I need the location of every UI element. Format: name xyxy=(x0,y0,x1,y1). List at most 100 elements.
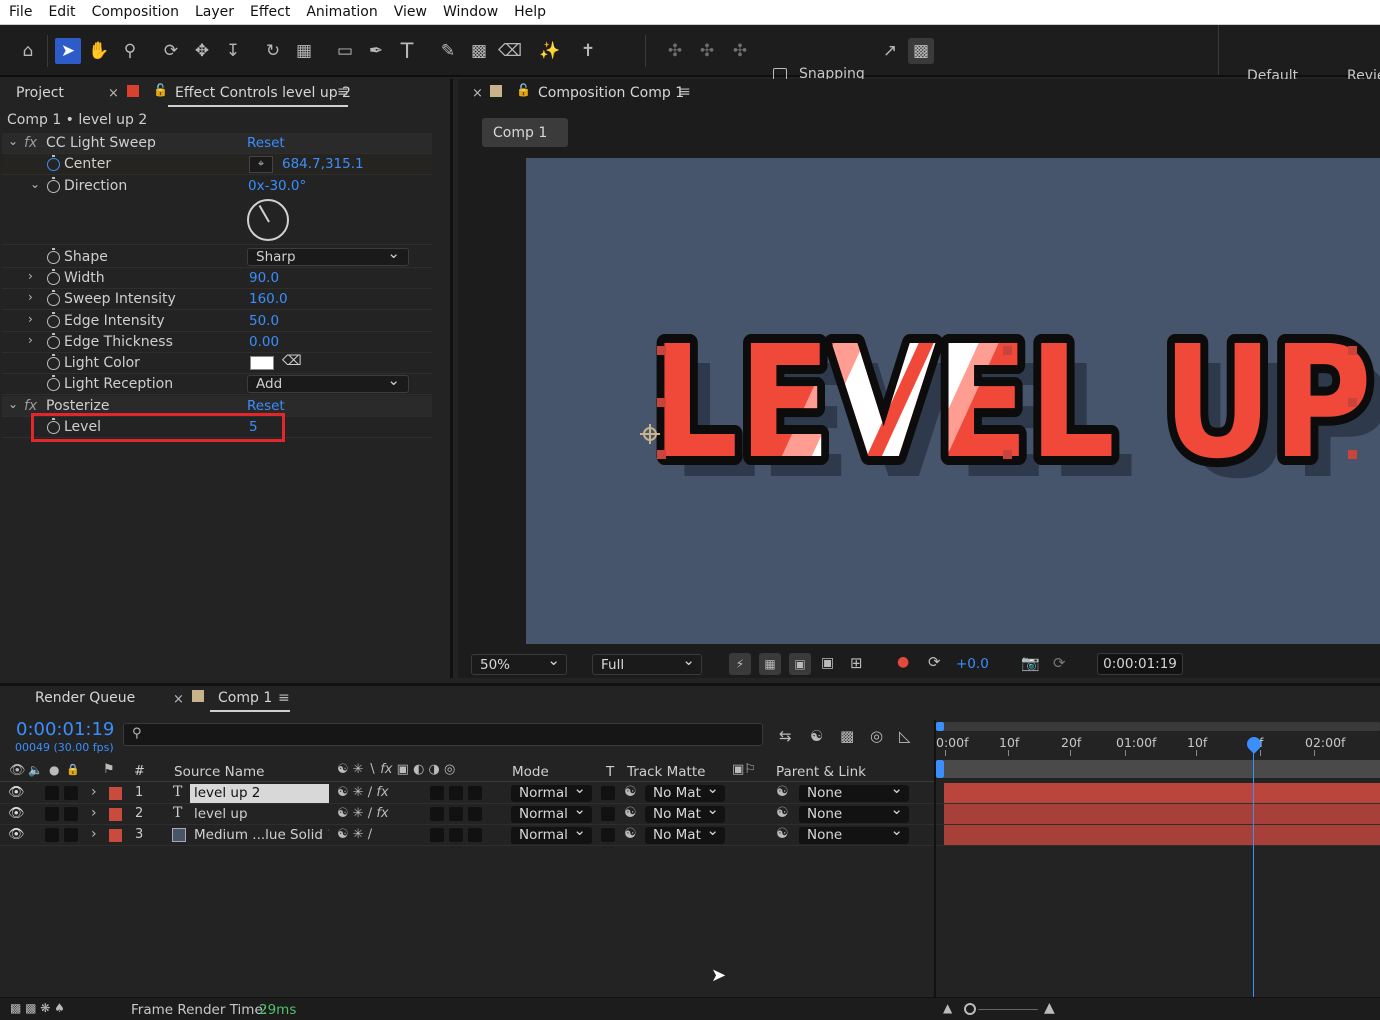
parent-pick-whip-icon[interactable]: ☯ xyxy=(776,784,789,800)
rectangle-tool-icon[interactable]: ▭ xyxy=(332,38,358,64)
camera-snapshot-icon[interactable]: 📷 xyxy=(1021,654,1040,672)
zoom-in-icon[interactable]: ▲ xyxy=(1044,1000,1055,1016)
menu-window[interactable]: Window xyxy=(434,4,505,20)
menu-file[interactable]: File xyxy=(0,4,39,20)
stopwatch-icon[interactable] xyxy=(47,312,60,328)
close-icon[interactable]: × xyxy=(173,692,184,707)
channels-icon[interactable]: ● xyxy=(897,654,909,670)
eye-icon[interactable]: 👁 xyxy=(8,806,25,821)
close-icon[interactable]: × xyxy=(472,86,483,101)
grid-guides-icon[interactable]: ⊞ xyxy=(850,654,863,672)
zoom-out-icon[interactable]: ▲ xyxy=(943,1001,952,1015)
chevron-right-icon[interactable]: › xyxy=(91,805,97,821)
chevron-right-icon[interactable]: › xyxy=(91,826,97,842)
panel-menu-icon[interactable]: ≡ xyxy=(337,84,349,100)
lock-icon[interactable]: 🔓 xyxy=(153,83,168,97)
snap-edges-icon[interactable]: ↗ xyxy=(877,38,903,64)
zoom-slider-track[interactable] xyxy=(978,1009,1038,1010)
pan-camera-icon[interactable]: ✥ xyxy=(189,38,215,64)
layer-duration-bar[interactable] xyxy=(944,804,1380,824)
panel-menu-icon[interactable]: ≡ xyxy=(278,690,290,706)
layer-row[interactable]: 👁›1Tlevel up 2☯ ✳ ∕ fxNormal☯No Mat☯None xyxy=(0,780,934,804)
switch-box[interactable] xyxy=(449,828,463,842)
fast-previews-icon[interactable]: ⚡ xyxy=(729,653,751,675)
pan-behind-icon[interactable]: ▦ xyxy=(291,38,317,64)
mask-visibility-icon[interactable]: ▣ xyxy=(789,653,811,675)
layer-duration-bar[interactable] xyxy=(944,783,1380,803)
switch-box[interactable] xyxy=(430,807,444,821)
switch-box[interactable] xyxy=(430,786,444,800)
pick-whip-icon[interactable]: ☯ xyxy=(624,784,637,800)
fx-icon[interactable]: fx xyxy=(24,135,37,151)
light-reception-dropdown[interactable]: Add xyxy=(247,372,409,393)
sweep-intensity-value[interactable]: 160.0 xyxy=(249,291,288,307)
frame-blending-icon[interactable]: ▩ xyxy=(840,727,854,745)
switch-box[interactable] xyxy=(468,807,482,821)
stopwatch-icon[interactable] xyxy=(47,375,60,391)
lock-toggle[interactable] xyxy=(64,828,78,842)
stopwatch-icon[interactable] xyxy=(47,333,60,349)
tab-render-queue[interactable]: Render Queue xyxy=(35,690,135,706)
parent-dropdown[interactable]: None xyxy=(799,822,909,844)
menu-composition[interactable]: Composition xyxy=(83,4,186,20)
pick-whip-icon[interactable]: ☯ xyxy=(624,826,637,842)
local-axis-icon[interactable]: ✣ xyxy=(662,38,688,64)
puppet-pin-icon[interactable]: ✝ xyxy=(575,38,601,64)
menu-effect[interactable]: Effect xyxy=(241,4,297,20)
center-value[interactable]: 684.7,315.1 xyxy=(282,156,364,172)
draft-3d-icon[interactable]: ⇆ xyxy=(779,727,792,745)
width-value[interactable]: 90.0 xyxy=(249,270,279,286)
track-matte-dropdown[interactable]: No Mat xyxy=(645,822,725,844)
eye-icon[interactable]: 👁 xyxy=(8,827,25,842)
resolution-dropdown[interactable]: Full xyxy=(592,650,702,675)
lock-icon[interactable]: 🔓 xyxy=(516,83,531,97)
comp-breadcrumb[interactable]: Comp 1 xyxy=(482,118,568,147)
lock-toggle[interactable] xyxy=(64,807,78,821)
edge-intensity-value[interactable]: 50.0 xyxy=(249,313,279,329)
clone-stamp-icon[interactable]: ▩ xyxy=(466,38,492,64)
lock-toggle[interactable] xyxy=(64,786,78,800)
toggle-switches-icon[interactable]: ▩ ▩ ❋ ♠ xyxy=(10,1001,65,1015)
world-axis-icon[interactable]: ✣ xyxy=(694,38,720,64)
chevron-right-icon[interactable]: › xyxy=(28,269,33,283)
layer-duration-bar[interactable] xyxy=(944,825,1380,845)
zoom-dropdown[interactable]: 50% xyxy=(471,650,567,675)
snap-features-icon[interactable]: ▩ xyxy=(908,38,934,64)
stopwatch-icon[interactable] xyxy=(47,290,60,306)
search-input[interactable]: ⚲ xyxy=(123,723,763,746)
audio-toggle[interactable] xyxy=(45,828,59,842)
effect-cc-light-sweep[interactable]: ⌄ fx CC Light Sweep Reset xyxy=(2,133,432,154)
tab-project[interactable]: Project xyxy=(16,85,64,101)
stopwatch-icon[interactable] xyxy=(47,177,60,193)
tab-comp-1[interactable]: Comp 1 xyxy=(218,690,272,706)
pen-tool-icon[interactable]: ✒ xyxy=(363,38,389,64)
roto-brush-icon[interactable]: ✨ xyxy=(537,38,563,64)
chevron-right-icon[interactable]: › xyxy=(28,312,33,326)
work-area-start-handle[interactable] xyxy=(936,722,944,731)
stopwatch-icon[interactable] xyxy=(47,155,60,171)
stopwatch-icon[interactable] xyxy=(47,354,60,370)
chevron-down-icon[interactable]: ⌄ xyxy=(30,177,40,191)
shy-layers-icon[interactable]: ☯ xyxy=(810,727,823,745)
zoom-tool-icon[interactable]: ⚲ xyxy=(117,38,143,64)
hand-tool-icon[interactable]: ✋ xyxy=(86,38,112,64)
layer-name[interactable]: level up xyxy=(190,805,329,824)
zoom-slider-handle[interactable] xyxy=(964,1003,976,1015)
label-color[interactable] xyxy=(109,829,122,842)
eye-icon[interactable]: 👁 xyxy=(8,785,25,800)
mode-dropdown[interactable]: Normal xyxy=(511,822,592,844)
audio-toggle[interactable] xyxy=(45,807,59,821)
reset-link[interactable]: Reset xyxy=(247,398,285,414)
menu-help[interactable]: Help xyxy=(505,4,553,20)
label-color[interactable] xyxy=(109,787,122,800)
menu-animation[interactable]: Animation xyxy=(297,4,384,20)
tab-effect-controls[interactable]: Effect Controls level up 2 xyxy=(175,85,351,101)
preserve-transparency-toggle[interactable] xyxy=(601,828,615,842)
layer-name[interactable]: Medium ...lue Solid 1 xyxy=(190,826,329,845)
home-icon[interactable]: ⌂ xyxy=(15,38,41,64)
rotate-tool-icon[interactable]: ↻ xyxy=(260,38,286,64)
in-point-marker[interactable] xyxy=(936,760,944,778)
label-color[interactable] xyxy=(109,808,122,821)
chevron-down-icon[interactable]: ⌄ xyxy=(8,134,18,148)
graph-editor-icon[interactable]: ◺ xyxy=(899,727,911,745)
